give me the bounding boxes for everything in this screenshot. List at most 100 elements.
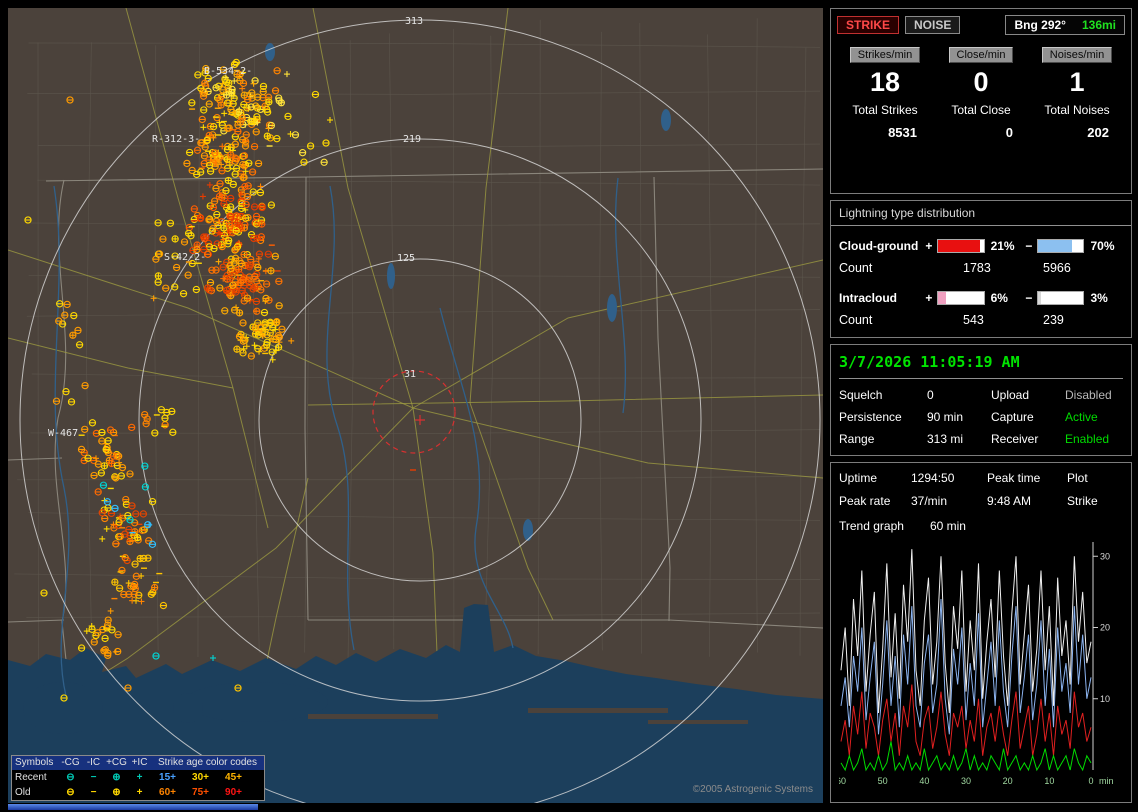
cg-positive-count: 1783 bbox=[963, 261, 991, 275]
total-close-label: Total Close bbox=[951, 103, 1011, 117]
svg-text:30: 30 bbox=[961, 776, 971, 786]
legend-header-age: Strike age color codes bbox=[158, 757, 257, 768]
copyright-text: ©2005 Astrogenic Systems bbox=[692, 784, 813, 795]
trend-graph-window: 60 min bbox=[929, 519, 966, 533]
trend-graph: 30 20 10 60 50 40 30 20 10 0 min bbox=[839, 538, 1123, 790]
legend-header: Symbols -CG -IC +CG +IC Strike age color… bbox=[12, 756, 264, 770]
upload-status: Disabled bbox=[1065, 388, 1112, 402]
ic-positive-pct: 6% bbox=[990, 290, 1008, 305]
ic-negative-bar bbox=[1036, 290, 1085, 305]
svg-text:S-42-2-: S-42-2- bbox=[164, 252, 206, 263]
cg-positive-pct: 21% bbox=[990, 238, 1015, 253]
uptime-value: 1294:50 bbox=[911, 471, 955, 485]
range-ring-label: 125 bbox=[397, 253, 415, 264]
range-ring-label: 219 bbox=[403, 134, 421, 145]
range-ring-label: 31 bbox=[404, 369, 416, 380]
intracloud-label: Intracloud bbox=[839, 290, 898, 305]
total-strikes-value: 8531 bbox=[888, 125, 917, 140]
plot-label: Plot bbox=[1067, 471, 1088, 485]
svg-text:B-534-2-: B-534-2- bbox=[204, 66, 252, 77]
peak-rate-label: Peak rate bbox=[839, 494, 891, 508]
ic-positive-count: 543 bbox=[963, 313, 984, 327]
persistence-value: 90 min bbox=[927, 410, 964, 424]
legend-row: Old ⊖ − ⊕ +60+ 75+ 90+ bbox=[15, 787, 242, 798]
svg-text:60: 60 bbox=[839, 776, 846, 786]
ic-negative-pct: 3% bbox=[1090, 290, 1108, 305]
total-strikes-label: Total Strikes bbox=[852, 103, 918, 117]
count-label: Count bbox=[839, 261, 873, 275]
trend-graph-label: Trend graph bbox=[839, 519, 904, 533]
svg-text:10: 10 bbox=[1100, 694, 1110, 704]
svg-text:10: 10 bbox=[1044, 776, 1054, 786]
svg-text:W-467: W-467 bbox=[48, 428, 78, 439]
plus-sign: + bbox=[925, 238, 933, 253]
cloud-ground-label: Cloud-ground bbox=[839, 238, 919, 253]
svg-text:R-312-3-: R-312-3- bbox=[152, 134, 200, 145]
cg-negative-bar bbox=[1036, 238, 1085, 253]
svg-text:20: 20 bbox=[1100, 623, 1110, 633]
squelch-value: 0 bbox=[927, 388, 934, 402]
svg-text:30: 30 bbox=[1100, 551, 1110, 561]
close-per-min-button[interactable]: Close/min bbox=[948, 47, 1014, 63]
legend-header-pic: +IC bbox=[131, 757, 148, 768]
legend-header-symbols: Symbols bbox=[15, 757, 54, 768]
control-panel: STRIKE NOISE Bng 292° 136mi Strikes/min … bbox=[830, 8, 1132, 809]
noise-button[interactable]: NOISE bbox=[905, 16, 961, 34]
bearing-label: Bng 292° bbox=[1014, 18, 1066, 32]
svg-text:50: 50 bbox=[878, 776, 888, 786]
peak-time-value: 9:48 AM bbox=[987, 494, 1032, 508]
close-per-min-value: 0 bbox=[973, 67, 989, 97]
peak-rate-value: 37/min bbox=[911, 494, 948, 508]
receiver-status: Enabled bbox=[1065, 432, 1110, 446]
persistence-label: Persistence bbox=[839, 410, 902, 424]
intracloud-counts: Count 543 239 bbox=[831, 309, 1131, 331]
squelch-label: Squelch bbox=[839, 388, 883, 402]
total-close-value: 0 bbox=[1005, 125, 1013, 140]
map-panel[interactable]: B-534-2- R-312-3- S-42-2- W-467 313 219 125… bbox=[8, 8, 823, 803]
ic-negative-count: 239 bbox=[1043, 313, 1064, 327]
bearing-distance: 136mi bbox=[1081, 18, 1116, 32]
noises-per-min-button[interactable]: Noises/min bbox=[1041, 47, 1113, 63]
uptime-label: Uptime bbox=[839, 471, 878, 485]
plus-sign: + bbox=[925, 290, 933, 305]
svg-text:0: 0 bbox=[1088, 776, 1093, 786]
ic-positive-bar bbox=[936, 290, 985, 305]
distribution-section: Lightning type distribution Cloud-ground… bbox=[830, 200, 1132, 338]
legend-header-pcg: +CG bbox=[106, 757, 127, 768]
legend-rows: Recent ⊖ − ⊕ +15+ 30+ 45+ Old ⊖ − ⊕ +60+ 75+ 90+ bbox=[12, 770, 264, 800]
minus-sign: − bbox=[1025, 290, 1033, 305]
svg-text:40: 40 bbox=[919, 776, 929, 786]
legend-row: Recent ⊖ − ⊕ +15+ 30+ 45+ bbox=[15, 772, 242, 783]
cloud-ground-row: Cloud-ground + 21% − 70% bbox=[831, 234, 1131, 257]
strikes-per-min-value: 18 bbox=[869, 67, 901, 97]
nexstorm-window: B-534-2- R-312-3- S-42-2- W-467 313 219 125… bbox=[0, 0, 1138, 812]
datetime: 3/7/2026 11:05:19 AM bbox=[839, 349, 1123, 379]
cg-negative-count: 5966 bbox=[1043, 261, 1071, 275]
strike-button[interactable]: STRIKE bbox=[837, 16, 900, 34]
total-noises-value: 202 bbox=[1087, 125, 1109, 140]
lightning-map[interactable]: B-534-2- R-312-3- S-42-2- W-467 313 219 125… bbox=[8, 8, 823, 803]
svg-text:min: min bbox=[1099, 776, 1114, 786]
peak-time-label: Peak time bbox=[987, 471, 1041, 485]
stats-section: Uptime 1294:50 Peak time Plot Peak rate … bbox=[830, 462, 1132, 803]
range-value: 313 mi bbox=[927, 432, 964, 446]
noises-per-min-value: 1 bbox=[1069, 67, 1085, 97]
receiver-label: Receiver bbox=[991, 432, 1039, 446]
plot-value: Strike bbox=[1067, 494, 1098, 508]
bearing-box: Bng 292° 136mi bbox=[1005, 15, 1125, 35]
strikes-per-min-button[interactable]: Strikes/min bbox=[849, 47, 921, 63]
capture-status: Active bbox=[1065, 410, 1098, 424]
rates-section: STRIKE NOISE Bng 292° 136mi Strikes/min … bbox=[830, 8, 1132, 194]
legend-header-ncg: -CG bbox=[61, 757, 80, 768]
upload-label: Upload bbox=[991, 388, 1030, 402]
minus-sign: − bbox=[1025, 238, 1033, 253]
range-label: Range bbox=[839, 432, 875, 446]
total-noises-label: Total Noises bbox=[1044, 103, 1110, 117]
distribution-title: Lightning type distribution bbox=[831, 201, 1131, 226]
svg-text:20: 20 bbox=[1003, 776, 1013, 786]
capture-label: Capture bbox=[991, 410, 1034, 424]
taskbar-strip bbox=[8, 804, 258, 810]
status-section: 3/7/2026 11:05:19 AM Squelch 0 Upload Di… bbox=[830, 344, 1132, 456]
cg-negative-pct: 70% bbox=[1090, 238, 1115, 253]
range-ring-label: 313 bbox=[405, 16, 423, 27]
